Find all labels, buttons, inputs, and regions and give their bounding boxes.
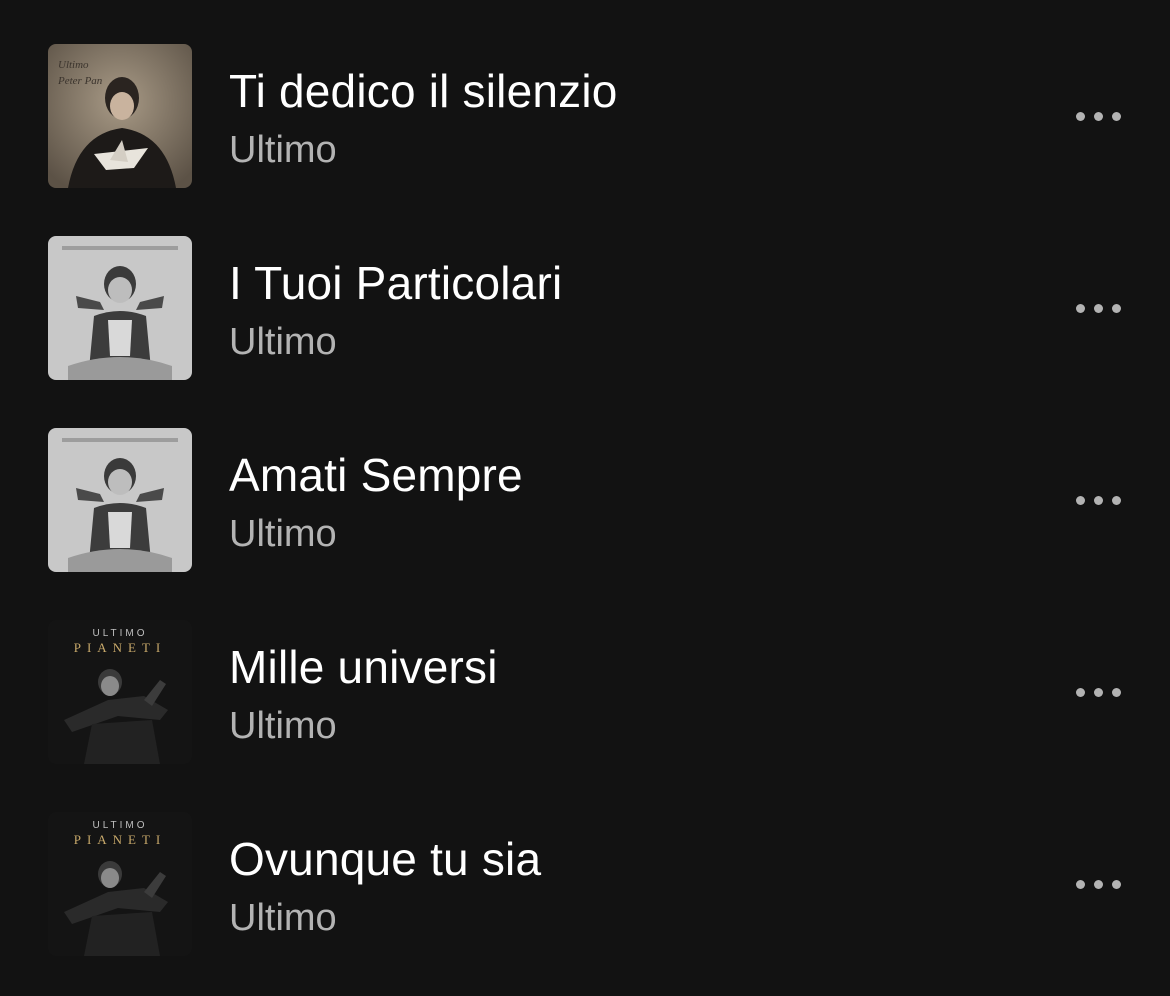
track-title: I Tuoi Particolari (229, 257, 563, 309)
more-horizontal-icon (1075, 879, 1085, 889)
more-options-button[interactable] (1064, 672, 1132, 712)
more-options-button[interactable] (1064, 864, 1132, 904)
album-cover: ULTIMO PIANETI (48, 812, 192, 956)
more-horizontal-icon (1075, 687, 1085, 697)
track-row[interactable]: Amati Sempre Ultimo (0, 404, 1170, 596)
more-options-button[interactable] (1064, 96, 1132, 136)
svg-text:ULTIMO: ULTIMO (92, 820, 147, 831)
track-row[interactable]: Ultimo Peter Pan Ti dedico il silenzio U… (0, 20, 1170, 212)
more-horizontal-icon (1075, 495, 1085, 505)
track-list: Ultimo Peter Pan Ti dedico il silenzio U… (0, 0, 1170, 996)
more-horizontal-icon (1111, 879, 1121, 889)
track-title: Amati Sempre (229, 449, 523, 501)
svg-text:PIANETI: PIANETI (74, 832, 167, 847)
more-horizontal-icon (1093, 687, 1103, 697)
more-horizontal-icon (1093, 111, 1103, 121)
album-cover (48, 428, 192, 572)
svg-text:Peter Pan: Peter Pan (57, 75, 103, 87)
track-title: Mille universi (229, 641, 498, 693)
album-cover (48, 236, 192, 380)
track-row[interactable]: ULTIMO PIANETI Ovunque tu sia Ultimo (0, 788, 1170, 980)
more-horizontal-icon (1093, 495, 1103, 505)
more-horizontal-icon (1111, 111, 1121, 121)
album-cover: ULTIMO PIANETI (48, 620, 192, 764)
svg-text:Ultimo: Ultimo (58, 59, 89, 71)
track-title: Ovunque tu sia (229, 833, 542, 885)
more-horizontal-icon (1075, 111, 1085, 121)
more-options-button[interactable] (1064, 480, 1132, 520)
more-horizontal-icon (1111, 687, 1121, 697)
track-artist: Ultimo (229, 513, 337, 555)
track-artist: Ultimo (229, 897, 337, 939)
track-artist: Ultimo (229, 321, 337, 363)
more-horizontal-icon (1111, 303, 1121, 313)
more-options-button[interactable] (1064, 288, 1132, 328)
track-row[interactable]: I Tuoi Particolari Ultimo (0, 212, 1170, 404)
track-artist: Ultimo (229, 705, 337, 747)
album-cover: Ultimo Peter Pan (48, 44, 192, 188)
track-row[interactable]: ULTIMO PIANETI Mille universi Ultimo (0, 596, 1170, 788)
more-horizontal-icon (1093, 303, 1103, 313)
more-horizontal-icon (1111, 495, 1121, 505)
svg-text:ULTIMO: ULTIMO (92, 628, 147, 639)
track-title: Ti dedico il silenzio (229, 65, 618, 117)
svg-text:PIANETI: PIANETI (74, 640, 167, 655)
more-horizontal-icon (1093, 879, 1103, 889)
track-artist: Ultimo (229, 129, 337, 171)
more-horizontal-icon (1075, 303, 1085, 313)
